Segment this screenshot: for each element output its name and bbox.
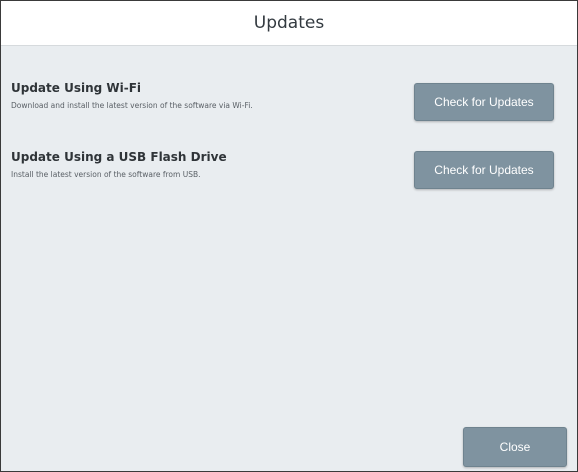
- updates-dialog: Updates Update Using Wi-Fi Download and …: [0, 0, 578, 472]
- usb-check-for-updates-button[interactable]: Check for Updates: [414, 151, 554, 189]
- close-button[interactable]: Close: [463, 427, 567, 467]
- wifi-update-description: Download and install the latest version …: [11, 101, 253, 110]
- dialog-title: Updates: [253, 13, 325, 33]
- usb-update-description: Install the latest version of the softwa…: [11, 170, 201, 179]
- dialog-header: Updates: [1, 1, 577, 46]
- wifi-update-title: Update Using Wi-Fi: [11, 81, 142, 95]
- usb-update-title: Update Using a USB Flash Drive: [11, 150, 227, 164]
- wifi-check-for-updates-button[interactable]: Check for Updates: [414, 83, 554, 121]
